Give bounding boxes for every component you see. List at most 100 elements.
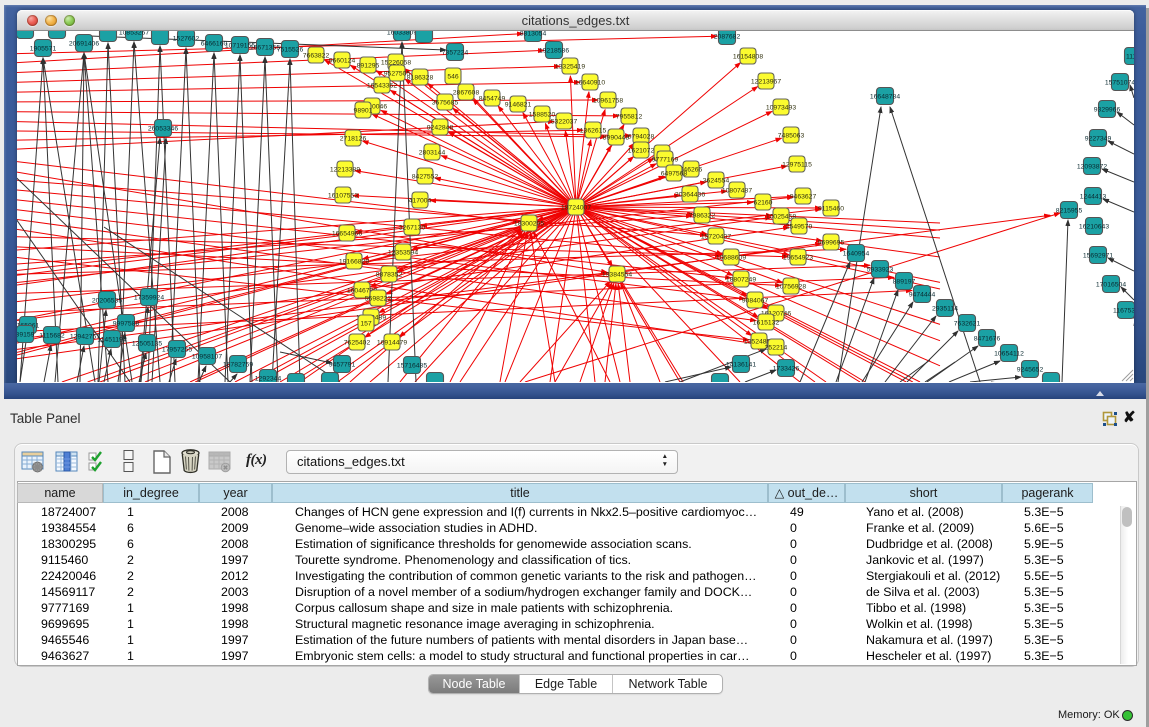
svg-text:3624554: 3624554 bbox=[703, 178, 730, 185]
svg-text:1362615: 1362615 bbox=[580, 128, 607, 135]
svg-text:5322037: 5322037 bbox=[551, 119, 578, 126]
svg-text:12353594: 12353594 bbox=[388, 250, 418, 257]
svg-text:8813054: 8813054 bbox=[520, 31, 547, 38]
svg-text:16640910: 16640910 bbox=[575, 80, 605, 87]
svg-text:20691406: 20691406 bbox=[69, 41, 99, 48]
svg-text:7357224: 7357224 bbox=[442, 50, 469, 57]
svg-text:546: 546 bbox=[447, 74, 459, 81]
svg-text:14136141: 14136141 bbox=[726, 362, 756, 369]
svg-text:10853267: 10853267 bbox=[119, 31, 149, 37]
svg-text:2549579: 2549579 bbox=[786, 224, 813, 231]
svg-text:20364436: 20364436 bbox=[675, 192, 705, 199]
svg-text:62160: 62160 bbox=[754, 200, 773, 207]
svg-text:9084067: 9084067 bbox=[742, 298, 769, 305]
svg-text:5698222: 5698222 bbox=[365, 296, 392, 303]
svg-text:18724007: 18724007 bbox=[561, 205, 591, 212]
svg-text:1112: 1112 bbox=[1126, 54, 1134, 61]
svg-text:2803144: 2803144 bbox=[419, 150, 446, 157]
svg-text:15720407: 15720407 bbox=[701, 234, 731, 241]
svg-text:8878352: 8878352 bbox=[376, 272, 403, 279]
svg-text:19166829: 19166829 bbox=[339, 259, 369, 266]
svg-text:1621072: 1621072 bbox=[628, 148, 655, 155]
svg-text:10958107: 10958107 bbox=[192, 354, 222, 361]
svg-text:19384554: 19384554 bbox=[602, 272, 632, 279]
svg-text:7625402: 7625402 bbox=[344, 340, 371, 347]
svg-text:12975115: 12975115 bbox=[782, 162, 812, 169]
svg-text:1527602: 1527602 bbox=[173, 36, 200, 43]
svg-text:10961758: 10961758 bbox=[593, 98, 623, 105]
svg-text:8186328: 8186328 bbox=[407, 75, 434, 82]
svg-text:26053346: 26053346 bbox=[148, 126, 178, 133]
svg-text:18807249: 18807249 bbox=[726, 277, 756, 284]
svg-text:15716485: 15716485 bbox=[397, 363, 427, 370]
svg-text:10807487: 10807487 bbox=[722, 188, 752, 195]
svg-text:15692971: 15692971 bbox=[1083, 253, 1113, 260]
svg-text:13325419: 13325419 bbox=[555, 64, 585, 71]
svg-text:16033809: 16033809 bbox=[387, 31, 417, 37]
svg-text:417004: 417004 bbox=[409, 198, 432, 205]
svg-text:6794028: 6794028 bbox=[628, 134, 655, 141]
svg-text:9146821: 9146821 bbox=[505, 102, 532, 109]
svg-text:16654966: 16654966 bbox=[332, 231, 362, 238]
svg-text:1615132: 1615132 bbox=[753, 320, 780, 327]
svg-text:9245652: 9245652 bbox=[1017, 367, 1044, 374]
svg-text:9329966: 9329966 bbox=[1094, 107, 1121, 114]
svg-text:8215955: 8215955 bbox=[1056, 208, 1083, 215]
svg-text:8427552: 8427552 bbox=[412, 174, 439, 181]
svg-text:16210643: 16210643 bbox=[1079, 224, 1109, 231]
svg-text:7955812: 7955812 bbox=[616, 114, 643, 121]
svg-text:12093872: 12093872 bbox=[1077, 164, 1107, 171]
svg-text:157: 157 bbox=[360, 321, 372, 328]
svg-text:9463627: 9463627 bbox=[790, 194, 817, 201]
svg-text:3267130: 3267130 bbox=[399, 225, 426, 232]
svg-text:2867608: 2867608 bbox=[453, 90, 480, 97]
svg-text:12505135: 12505135 bbox=[132, 341, 162, 348]
svg-text:9474444: 9474444 bbox=[909, 292, 936, 299]
svg-text:8471676: 8471676 bbox=[974, 336, 1001, 343]
svg-text:9457791: 9457791 bbox=[329, 362, 356, 369]
svg-text:7663822: 7663822 bbox=[303, 53, 330, 60]
svg-text:6497568: 6497568 bbox=[661, 171, 688, 178]
svg-text:9227349: 9227349 bbox=[1085, 136, 1112, 143]
svg-text:1733426: 1733426 bbox=[773, 366, 800, 373]
svg-text:16648784: 16648784 bbox=[870, 94, 900, 101]
svg-text:7986322: 7986322 bbox=[689, 213, 716, 220]
svg-text:889197: 889197 bbox=[893, 279, 916, 286]
svg-text:19218586: 19218586 bbox=[539, 48, 569, 55]
svg-text:10756928: 10756928 bbox=[776, 284, 806, 291]
svg-text:891295: 891295 bbox=[357, 63, 380, 70]
svg-text:3675685: 3675685 bbox=[432, 100, 459, 107]
svg-text:2935114: 2935114 bbox=[932, 306, 958, 313]
svg-text:16914479: 16914479 bbox=[377, 340, 407, 347]
svg-text:10688609: 10688609 bbox=[716, 255, 746, 262]
svg-text:1588520: 1588520 bbox=[529, 112, 556, 119]
svg-text:10654112: 10654112 bbox=[994, 351, 1024, 358]
svg-text:15751074: 15751074 bbox=[1105, 80, 1134, 87]
svg-text:1905571: 1905571 bbox=[30, 46, 57, 53]
svg-text:19654923: 19654923 bbox=[783, 255, 813, 262]
svg-text:17016504: 17016504 bbox=[1096, 282, 1126, 289]
svg-text:17359924: 17359924 bbox=[134, 295, 164, 302]
svg-text:1292344: 1292344 bbox=[255, 376, 282, 383]
svg-text:12213389: 12213389 bbox=[330, 167, 360, 174]
svg-text:17957255: 17957255 bbox=[162, 347, 192, 354]
svg-text:9699695: 9699695 bbox=[818, 240, 845, 247]
svg-text:2087682: 2087682 bbox=[714, 34, 741, 41]
svg-text:7515526: 7515526 bbox=[277, 47, 304, 54]
svg-text:6466160: 6466160 bbox=[201, 41, 228, 48]
svg-text:9660124: 9660124 bbox=[329, 58, 356, 65]
svg-text:1167533: 1167533 bbox=[1113, 308, 1134, 315]
svg-text:9242848: 9242848 bbox=[427, 125, 454, 132]
svg-text:16107553: 16107553 bbox=[328, 193, 358, 200]
svg-text:5933923: 5933923 bbox=[867, 267, 894, 274]
svg-text:1244413: 1244413 bbox=[1080, 194, 1107, 201]
svg-text:12213967: 12213967 bbox=[751, 79, 781, 86]
svg-text:18300295: 18300295 bbox=[514, 221, 544, 228]
svg-text:7485063: 7485063 bbox=[778, 133, 805, 140]
svg-text:7632621: 7632621 bbox=[954, 321, 981, 328]
svg-text:9115460: 9115460 bbox=[818, 206, 844, 213]
svg-text:2718126: 2718126 bbox=[340, 136, 367, 143]
svg-text:16543362: 16543362 bbox=[367, 83, 397, 90]
svg-text:16782759: 16782759 bbox=[223, 362, 253, 369]
svg-text:252214: 252214 bbox=[765, 345, 788, 352]
